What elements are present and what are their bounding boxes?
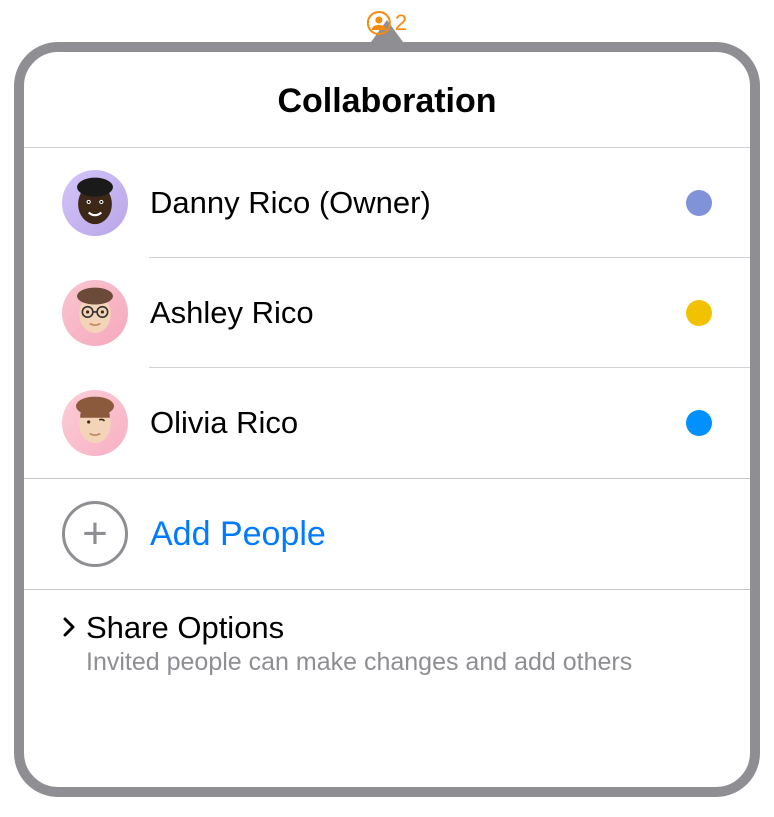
share-options-title: Share Options [86, 610, 632, 646]
presence-dot [686, 300, 712, 326]
person-row[interactable]: Ashley Rico [24, 258, 750, 368]
share-options-subtitle: Invited people can make changes and add … [86, 648, 632, 677]
presence-dot [686, 190, 712, 216]
collaboration-badge[interactable]: 2 [367, 10, 407, 36]
presence-dot [686, 410, 712, 436]
person-row[interactable]: Danny Rico (Owner) [24, 148, 750, 258]
people-list: Danny Rico (Owner) [24, 148, 750, 478]
person-row[interactable]: Olivia Rico [24, 368, 750, 478]
person-name: Olivia Rico [128, 405, 686, 441]
avatar [62, 280, 128, 346]
plus-icon: + [62, 501, 128, 567]
add-people-label: Add People [128, 515, 326, 554]
avatar [62, 390, 128, 456]
person-badge-icon [367, 11, 391, 35]
person-name: Danny Rico (Owner) [128, 185, 686, 221]
collaboration-popover: Collaboration [14, 42, 760, 797]
chevron-right-icon [62, 616, 76, 645]
popover-title: Collaboration [24, 52, 750, 148]
add-people-button[interactable]: + Add People [24, 479, 750, 589]
share-options-button[interactable]: Share Options Invited people can make ch… [24, 590, 750, 697]
popover-arrow-inner [377, 46, 397, 60]
person-name: Ashley Rico [128, 295, 686, 331]
avatar [62, 170, 128, 236]
badge-count: 2 [395, 10, 407, 36]
